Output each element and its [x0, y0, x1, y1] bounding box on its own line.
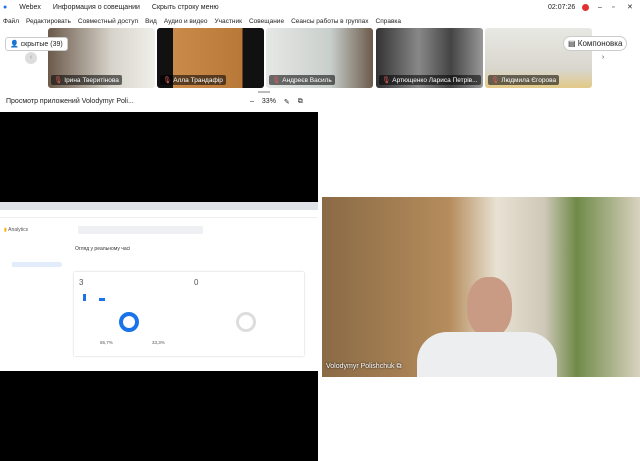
pct-label: 33,3% [152, 340, 165, 345]
viewer-title: Просмотр приложений Volodymyr Poli... [6, 98, 134, 105]
participant-tile[interactable]: 🎙 Андреєв Василь [266, 28, 373, 88]
address-bar [0, 210, 318, 218]
participant-name: Артющенко Лариса Петрів... [392, 77, 478, 84]
mic-muted-icon: 🎙 [272, 77, 281, 84]
resize-handle[interactable] [258, 91, 270, 93]
realtime-card: 3 0 66,7% 33,3% [74, 272, 304, 356]
scroll-left-button[interactable]: ‹ [25, 52, 37, 64]
speaker-name: Volodymyr Polishchuk [326, 363, 395, 370]
meeting-info-button[interactable]: Информация о совещании [53, 4, 140, 11]
menu-meeting[interactable]: Совещание [249, 18, 284, 25]
participant-name: Алла Трандафір [173, 77, 223, 84]
person-icon: 👤 [10, 41, 19, 48]
mic-muted-icon: 🎙 [163, 77, 172, 84]
analytics-logo-text: Analytics [8, 226, 29, 233]
menu-audio-video[interactable]: Аудио и видео [164, 18, 208, 25]
donut-chart [119, 312, 139, 332]
app-name: Webex [19, 3, 41, 11]
layout-button[interactable]: ▤ Компоновка [563, 36, 628, 51]
shared-browser-content: ▮ Analytics Огляд у реальному часі 3 0 6… [0, 202, 318, 371]
speaker-body [417, 332, 557, 377]
analytics-sidebar [12, 252, 62, 371]
empty-donut [236, 312, 256, 332]
popout-icon[interactable]: ⧉ [298, 98, 303, 106]
realtime-heading: Огляд у реальному часі [75, 246, 131, 252]
mic-muted-icon: 🎙 [54, 77, 63, 84]
participant-tile[interactable]: 🎙 Алла Трандафір [157, 28, 264, 88]
participant-name: Ірина Тверитінова [64, 77, 119, 84]
analytics-search [78, 225, 204, 234]
menu-file[interactable]: Файл [3, 18, 19, 25]
webex-logo-icon: ● [3, 3, 8, 11]
sharing-icon: ⧉ [396, 363, 402, 370]
participant-tile[interactable]: 🎙 Артющенко Лариса Петрів... [376, 28, 483, 88]
recording-icon [582, 3, 589, 11]
mic-muted-icon: 🎙 [491, 77, 500, 84]
participant-name: Людмила Єгорова [501, 77, 557, 84]
menu-breakout[interactable]: Сеансы работы в группах [291, 18, 368, 25]
annotate-icon[interactable]: ✎ [284, 98, 290, 106]
speaker-face [467, 277, 512, 337]
title-bar: ● Webex Информация о совещании Скрыть ст… [0, 0, 640, 14]
conversions-count: 0 [194, 278, 199, 287]
menu-view[interactable]: Вид [145, 18, 157, 25]
speaker-video: Volodymyr Polishchuk ⧉ [322, 197, 640, 377]
analytics-header: ▮ Analytics [0, 224, 318, 235]
hidden-participants-button[interactable]: 👤 скрытые (39) [5, 37, 68, 51]
layout-label: Компоновка [577, 39, 623, 48]
zoom-out-button[interactable]: – [250, 98, 254, 106]
menu-help[interactable]: Справка [376, 18, 402, 25]
mic-muted-icon: 🎙 [382, 77, 391, 84]
zoom-controls: – 33% ✎ ⧉ [250, 98, 303, 106]
browser-tabs [0, 202, 318, 210]
maximize-button[interactable]: ▫ [612, 4, 614, 11]
users-count: 3 [79, 278, 84, 287]
menu-share[interactable]: Совместный доступ [78, 18, 138, 25]
menu-edit[interactable]: Редактировать [26, 18, 71, 25]
participant-name: Андреєв Василь [282, 77, 332, 84]
zoom-level[interactable]: 33% [262, 98, 276, 106]
meeting-time: 02:07:26 [548, 3, 576, 11]
speaker-name-label: Volodymyr Polishchuk ⧉ [326, 363, 401, 371]
menu-bar: Файл Редактировать Совместный доступ Вид… [0, 14, 640, 28]
pct-label: 66,7% [100, 340, 113, 345]
layout-icon: ▤ [568, 39, 576, 48]
scroll-right-button[interactable]: › [597, 52, 609, 64]
menu-participant[interactable]: Участник [215, 18, 242, 25]
close-button[interactable]: ✕ [627, 3, 633, 11]
hide-menu-button[interactable]: Скрыть строку меню [152, 4, 219, 11]
minimize-button[interactable]: – [598, 4, 602, 11]
hidden-count: скрытые (39) [20, 41, 63, 48]
